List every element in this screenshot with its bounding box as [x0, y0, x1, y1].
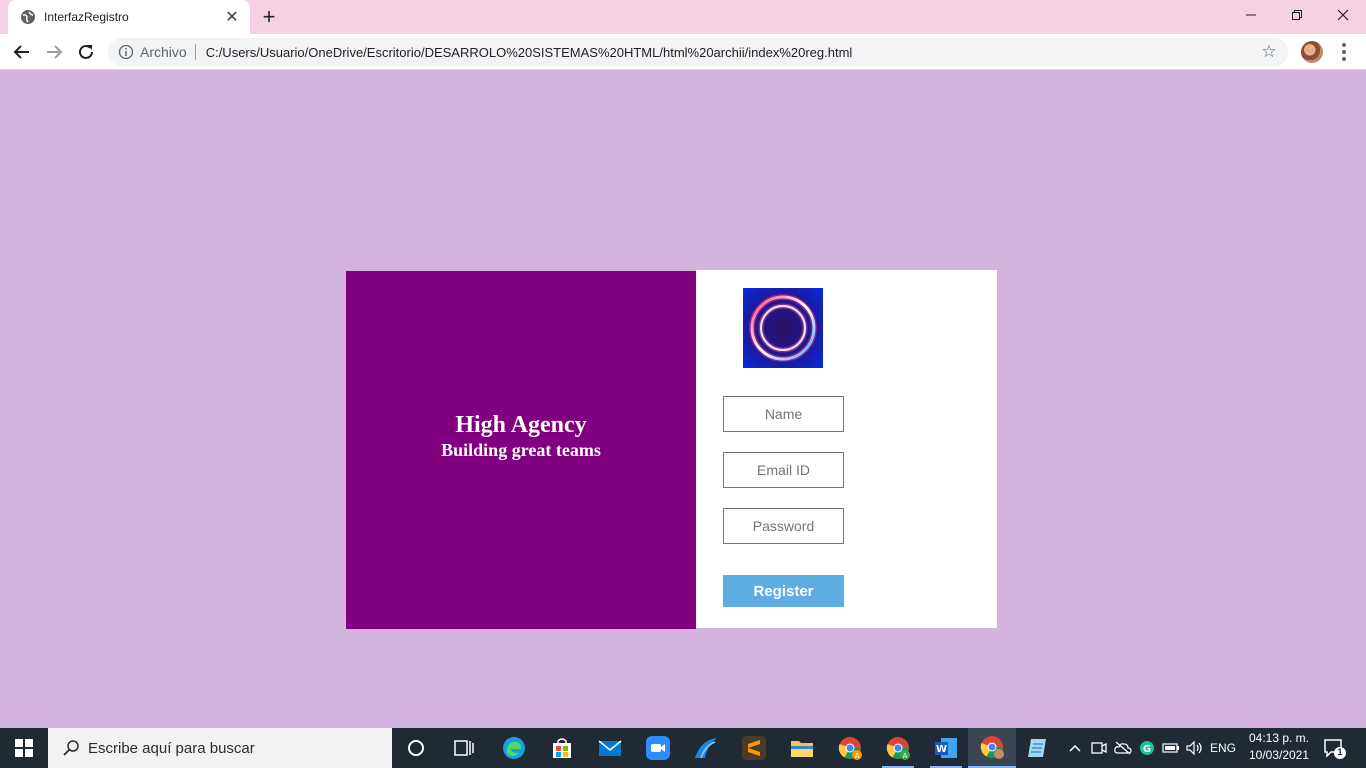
close-window-button[interactable]	[1320, 0, 1366, 30]
sublime-text-icon[interactable]	[730, 728, 778, 768]
edge-icon[interactable]	[490, 728, 538, 768]
address-bar[interactable]: Archivo C:/Users/Usuario/OneDrive/Escrit…	[108, 38, 1288, 66]
close-tab-icon[interactable]: ✕	[224, 9, 240, 26]
task-view-icon[interactable]	[440, 728, 488, 768]
mail-icon[interactable]	[586, 728, 634, 768]
tab-title: InterfazRegistro	[44, 10, 129, 24]
svg-text:A: A	[855, 752, 860, 760]
dolphin-browser-icon[interactable]	[682, 728, 730, 768]
chrome-profile-icon[interactable]: A	[874, 728, 922, 768]
brand-heading: High Agency	[455, 412, 587, 438]
notepad-icon[interactable]	[1014, 728, 1062, 768]
clock[interactable]: 04:13 p. m. 10/03/2021	[1240, 730, 1318, 766]
taskbar: Escribe aquí para buscar A A W G ENG 04:…	[0, 728, 1366, 768]
browser-tab[interactable]: InterfazRegistro ✕	[8, 0, 250, 34]
back-arrow-icon[interactable]	[8, 38, 36, 66]
taskbar-search[interactable]: Escribe aquí para buscar	[48, 728, 392, 768]
tab-strip: InterfazRegistro ✕ +	[0, 0, 1366, 34]
neon-ring-logo	[743, 288, 823, 368]
registration-card: High Agency Building great teams Name Em…	[346, 270, 997, 629]
password-input[interactable]: Password	[723, 508, 844, 544]
brand-panel: High Agency Building great teams	[346, 271, 696, 629]
reload-icon[interactable]	[72, 38, 100, 66]
svg-text:A: A	[903, 752, 908, 760]
cortana-icon[interactable]	[392, 728, 440, 768]
search-icon	[62, 739, 80, 757]
store-icon[interactable]	[538, 728, 586, 768]
browser-toolbar: Archivo C:/Users/Usuario/OneDrive/Escrit…	[0, 34, 1366, 70]
form-panel: Name Email ID Password Register	[696, 270, 997, 628]
svg-text:G: G	[1143, 744, 1151, 755]
globe-icon	[20, 9, 36, 25]
notification-count: 1	[1337, 747, 1343, 757]
cloud-offline-icon[interactable]	[1112, 728, 1134, 768]
minimize-button[interactable]	[1228, 0, 1274, 30]
brand-subheading: Building great teams	[441, 440, 601, 460]
forward-arrow-icon[interactable]	[40, 38, 68, 66]
chrome-icon[interactable]	[968, 728, 1016, 768]
search-placeholder: Escribe aquí para buscar	[88, 739, 255, 757]
notification-icon[interactable]: 1	[1322, 736, 1346, 760]
restore-button[interactable]	[1274, 0, 1320, 30]
new-tab-button[interactable]: +	[258, 4, 280, 29]
zoom-icon[interactable]	[634, 728, 682, 768]
url-text[interactable]: C:/Users/Usuario/OneDrive/Escritorio/DES…	[206, 45, 1260, 60]
grammarly-icon[interactable]: G	[1136, 728, 1158, 768]
meet-now-icon[interactable]	[1088, 728, 1110, 768]
profile-avatar[interactable]	[1301, 41, 1323, 63]
clock-date: 10/03/2021	[1248, 748, 1310, 762]
windows-start-icon[interactable]	[0, 728, 48, 768]
bookmark-star-icon[interactable]: ☆	[1260, 42, 1278, 61]
browser-menu-icon[interactable]	[1334, 40, 1354, 64]
volume-icon[interactable]	[1184, 728, 1206, 768]
email-input[interactable]: Email ID	[723, 452, 844, 488]
file-explorer-icon[interactable]	[778, 728, 826, 768]
info-icon[interactable]	[118, 44, 134, 60]
language-indicator[interactable]: ENG	[1208, 728, 1238, 768]
register-button[interactable]: Register	[723, 575, 844, 607]
divider	[194, 44, 196, 60]
clock-time: 04:13 p. m.	[1248, 731, 1310, 745]
scheme-label: Archivo	[140, 44, 187, 60]
chevron-up-icon[interactable]	[1064, 728, 1086, 768]
name-input[interactable]: Name	[723, 396, 844, 432]
battery-icon[interactable]	[1160, 728, 1182, 768]
chrome-profile-icon[interactable]: A	[826, 728, 874, 768]
svg-text:W: W	[936, 744, 947, 755]
word-icon[interactable]: W	[922, 728, 970, 768]
